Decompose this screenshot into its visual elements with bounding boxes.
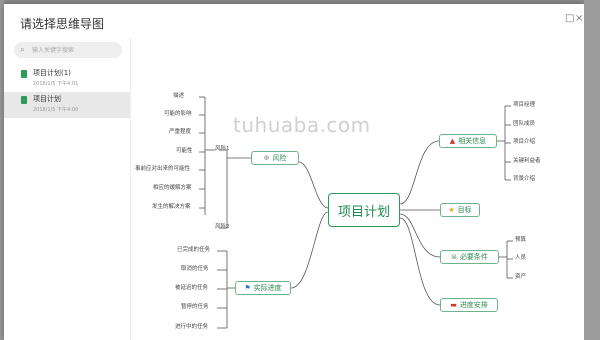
star-icon: ★ <box>448 205 455 214</box>
topic-progress: ⚑ 实际进度 <box>235 281 291 295</box>
flag-icon: ⚑ <box>244 283 251 292</box>
document-icon <box>21 70 27 78</box>
topic-label: 必要条件 <box>459 253 488 261</box>
leaf-text: 严重程度 <box>169 129 192 135</box>
leaf-text: 可能的影响 <box>164 111 192 117</box>
mindmap-preview: 描述 可能的影响 严重程度 可能性 事前应对出来的可能性 相应的缓解方案 发生的… <box>131 38 584 340</box>
leaf-text: 被延迟的任务 <box>175 285 209 291</box>
leaf-text: 资产 <box>515 274 527 280</box>
file-date: 2018/1/5 下午4:00 <box>33 107 79 113</box>
leaf-text: 事前应对出来的可能性 <box>135 166 191 172</box>
leaf-text: 取消的任务 <box>181 266 209 272</box>
background-window-edge <box>584 0 600 340</box>
topic-label: 目标 <box>457 206 472 214</box>
leaf-text: 人员 <box>515 255 527 261</box>
topic-label: 风险 <box>272 154 287 162</box>
topic-label: 实际进度 <box>253 284 282 292</box>
leaf-text: 已完成的任务 <box>177 247 211 253</box>
file-item[interactable]: 项目计划(1) 2018/1/5 下午4:01 <box>4 66 130 92</box>
topic-label: 相关信息 <box>458 137 487 145</box>
leaf-text: 可能性 <box>176 148 193 154</box>
file-sidebar: ⌕ 项目计划(1) 2018/1/5 下午4:01 项目计划 2018/1/5 … <box>4 38 131 340</box>
check-icon: ⊜ <box>451 252 457 261</box>
leaf-text: 暂停的任务 <box>181 304 209 310</box>
topic-risk: ⊕ 风险 <box>251 151 299 165</box>
topic-conditions: ⊜ 必要条件 <box>440 250 499 264</box>
leaf-text: 描述 <box>173 93 185 99</box>
topic-goal: ★ 目标 <box>440 203 480 217</box>
file-name: 项目计划 <box>33 95 61 103</box>
watermark-text: tuhuaba.com <box>233 113 371 137</box>
leaf-text: 项目介绍 <box>513 139 536 145</box>
leaf-text: 相应的缓解方案 <box>153 185 192 191</box>
leaf-text: 进行中的任务 <box>175 324 209 330</box>
topic-related-info: ▲ 相关信息 <box>439 134 497 148</box>
search-icon: ⌕ <box>20 45 26 55</box>
leaf-text: 关键利益者 <box>513 158 541 164</box>
file-item-selected[interactable]: 项目计划 2018/1/5 下午4:00 <box>4 92 130 118</box>
leaf-text: 背景介绍 <box>513 176 536 182</box>
leaf-text: 项目经理 <box>513 102 536 108</box>
calendar-icon: ▬ <box>450 300 457 309</box>
leaf-text: 团队成员 <box>513 121 536 127</box>
sub-topic-risk2: 风险2 <box>215 224 230 230</box>
topic-schedule: ▬ 进度安排 <box>440 298 498 312</box>
dialog-title: 请选择思维导图 <box>20 17 105 31</box>
sub-topic-risk1: 风险1 <box>215 146 230 152</box>
file-date: 2018/1/5 下午4:01 <box>33 81 79 87</box>
connector-lines <box>199 96 513 329</box>
search-box[interactable]: ⌕ <box>14 42 122 58</box>
document-icon <box>21 96 27 104</box>
topic-label: 进度安排 <box>459 301 488 309</box>
leaf-text: 预算 <box>515 237 527 243</box>
close-button[interactable]: × <box>575 13 583 25</box>
central-topic: 项目计划 <box>328 193 400 227</box>
warning-icon: ▲ <box>449 136 456 145</box>
file-name: 项目计划(1) <box>33 69 71 77</box>
leaf-text: 发生的解决方案 <box>152 204 191 210</box>
search-input[interactable] <box>32 44 118 56</box>
mindmap-picker-dialog: 请选择思维导图 □ × ⌕ 项目计划(1) 2018/1/5 下午4:01 项目… <box>4 4 584 340</box>
risk-icon: ⊕ <box>263 153 270 162</box>
maximize-button[interactable]: □ <box>565 13 574 25</box>
